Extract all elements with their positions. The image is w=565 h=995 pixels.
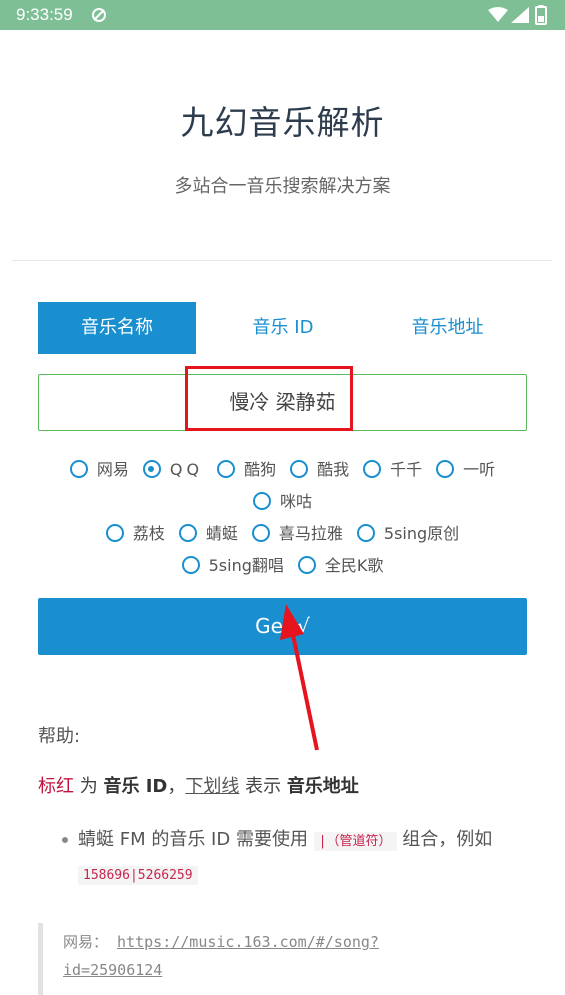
example-link[interactable]: https://music.163.com/#/song?: [117, 933, 379, 951]
radio-label: 酷狗: [244, 460, 277, 479]
bullet-text-part: 组合，例如: [396, 829, 493, 850]
radio-label: 荔枝: [132, 524, 165, 543]
quote-line-2: id=25906124: [63, 961, 162, 979]
radio-circle-icon: [178, 524, 197, 542]
radio-circle-icon: [436, 460, 455, 478]
radio-label: 5sing翻唱: [208, 556, 284, 575]
notification-icon: [92, 8, 106, 22]
source-radio-kugou[interactable]: 酷狗: [217, 456, 276, 480]
source-radio-5sing-cover[interactable]: 5sing翻唱: [181, 552, 284, 576]
source-radio-netease[interactable]: 网易: [69, 456, 129, 480]
radio-circle-icon: [217, 460, 236, 478]
wifi-icon: [488, 7, 508, 22]
status-time: 9:33:59: [16, 5, 73, 24]
page-subtitle: 多站合一音乐搜索解决方案: [174, 176, 391, 197]
annotation-highlight-box: [185, 366, 353, 431]
code-example: 158696|5266259: [78, 866, 198, 885]
help-underline-label: 下划线: [185, 776, 240, 797]
radio-circle-icon: [181, 556, 200, 574]
radio-label: 酷我: [317, 460, 350, 479]
source-radio-5sing-original[interactable]: 5sing原创: [356, 520, 460, 544]
radio-label: 咪咕: [279, 492, 312, 511]
example-blockquote: 网易： https://music.163.com/#/song? id=259…: [38, 923, 527, 995]
source-radio-ximalaya[interactable]: 喜马拉雅: [251, 520, 343, 544]
source-radio-qingting[interactable]: 蜻蜓: [178, 520, 238, 544]
tab-music-url[interactable]: 音乐地址: [368, 302, 527, 354]
code-pipe: |（管道符）: [313, 832, 397, 851]
radio-label: 5sing原创: [383, 524, 460, 543]
radio-checked-icon: [142, 460, 161, 478]
source-radio-lizhi[interactable]: 荔枝: [105, 520, 165, 544]
source-radio-migu[interactable]: 咪咕: [252, 488, 312, 512]
help-text: ，: [167, 776, 186, 797]
source-options-row-2: 咪咕: [0, 488, 565, 512]
radio-label: QQ: [169, 460, 204, 479]
radio-circle-icon: [69, 460, 88, 478]
radio-label: 网易: [96, 460, 129, 479]
source-radio-qq[interactable]: QQ: [142, 460, 204, 479]
help-text: 为: [74, 776, 104, 797]
quote-line-1: 网易： https://music.163.com/#/song?: [63, 931, 379, 952]
source-radio-yiting[interactable]: 一听: [436, 456, 495, 480]
radio-label: 蜻蜓: [205, 524, 238, 543]
help-legend: 标红 为 音乐 ID，下划线 表示 音乐地址: [38, 772, 359, 798]
signal-icon: [511, 7, 529, 23]
source-radio-kuwo[interactable]: 酷我: [290, 456, 349, 480]
quote-label: 网易：: [63, 933, 109, 951]
tab-music-id[interactable]: 音乐 ID: [202, 302, 364, 354]
search-mode-tabs: 音乐名称 音乐 ID 音乐地址: [38, 302, 527, 354]
bullet-text: 蜻蜓 FM 的音乐 ID 需要使用 |（管道符） 组合，例如 158696|52…: [78, 824, 533, 892]
help-title: 帮助:: [38, 726, 81, 747]
source-radio-quanmin-kge[interactable]: 全民K歌: [297, 552, 384, 576]
divider: [12, 260, 552, 261]
radio-circle-icon: [363, 460, 382, 478]
radio-circle-icon: [105, 524, 124, 542]
radio-circle-icon: [252, 492, 271, 510]
bullet-dot-icon: [62, 837, 68, 843]
source-options-row-4: 5sing翻唱 全民K歌: [0, 552, 565, 576]
source-options-row-1: 网易 QQ 酷狗 酷我 千千 一听: [0, 456, 565, 480]
radio-label: 全民K歌: [324, 556, 384, 575]
example-link-cont[interactable]: id=: [63, 961, 90, 979]
help-bold-id: 音乐 ID: [103, 776, 168, 797]
bullet-text-part: 蜻蜓 FM 的音乐 ID 需要使用: [78, 829, 314, 850]
example-link-id[interactable]: 25906124: [90, 961, 162, 979]
radio-label: 喜马拉雅: [278, 524, 343, 543]
source-radio-qianqian[interactable]: 千千: [363, 456, 422, 480]
annotation-arrow-icon: [280, 604, 319, 751]
radio-circle-icon: [251, 524, 270, 542]
radio-circle-icon: [356, 524, 375, 542]
radio-label: 千千: [390, 460, 423, 479]
radio-circle-icon: [290, 460, 309, 478]
help-text: 表示: [239, 776, 287, 797]
source-options-row-3: 荔枝 蜻蜓 喜马拉雅 5sing原创: [0, 520, 565, 544]
battery-icon: [535, 5, 547, 25]
page-title: 九幻音乐解析: [180, 103, 385, 142]
help-red-label: 标红: [38, 776, 74, 797]
radio-label: 一听: [463, 460, 496, 479]
tab-music-name[interactable]: 音乐名称: [38, 302, 196, 354]
help-bold-url: 音乐地址: [286, 776, 359, 797]
status-bar: 9:33:59: [0, 0, 565, 30]
radio-circle-icon: [297, 556, 316, 574]
